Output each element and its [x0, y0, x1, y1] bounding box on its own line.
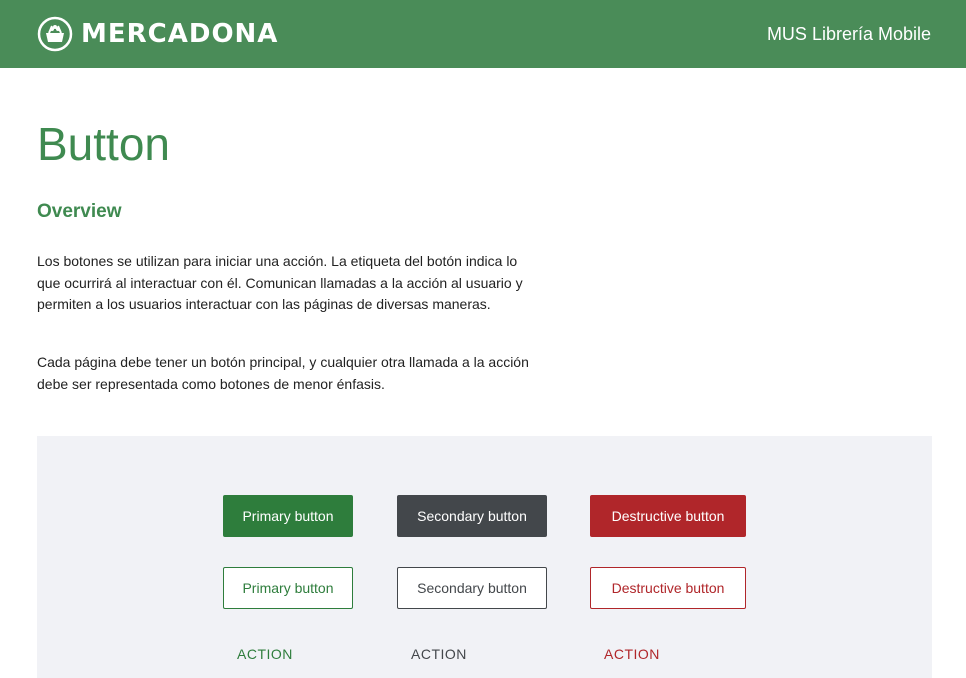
secondary-text-button[interactable]: ACTION [411, 644, 467, 664]
primary-button-filled[interactable]: Primary button [223, 495, 353, 537]
brand-name: MERCADONA [81, 19, 279, 49]
overview-paragraph-2: Cada página debe tener un botón principa… [37, 354, 529, 392]
page-title: Button [37, 118, 170, 170]
secondary-button-outlined[interactable]: Secondary button [397, 567, 547, 609]
primary-button-outlined[interactable]: Primary button [223, 567, 353, 609]
overview-heading: Overview [37, 201, 122, 222]
destructive-button-outlined[interactable]: Destructive button [590, 567, 746, 609]
app-title: MUS Librería Mobile [766, 24, 931, 44]
top-app-bar: MERCADONA MUS Librería Mobile [0, 0, 966, 68]
button-demo-panel: Primary button Secondary button Destruct… [37, 436, 932, 678]
destructive-button-filled[interactable]: Destructive button [590, 495, 746, 537]
brand-logo[interactable]: MERCADONA [37, 16, 278, 52]
shopping-basket-icon [37, 16, 73, 52]
primary-text-button[interactable]: ACTION [237, 644, 293, 664]
overview-paragraph-1: Los botones se utilizan para iniciar una… [37, 253, 523, 312]
secondary-button-filled[interactable]: Secondary button [397, 495, 547, 537]
destructive-text-button[interactable]: ACTION [604, 644, 660, 664]
